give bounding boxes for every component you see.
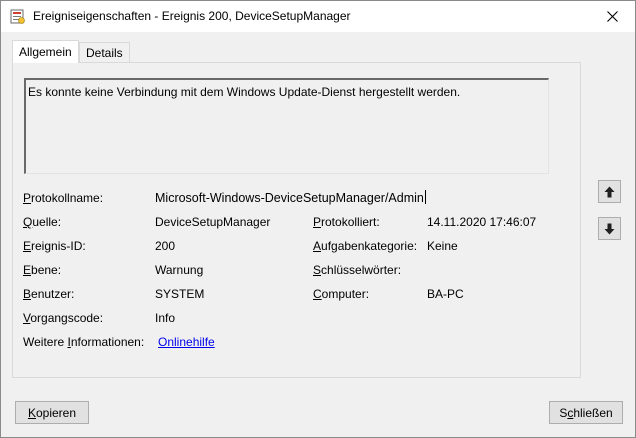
ereignis-id-label: Ereignis-ID: (23, 239, 86, 253)
tab-allgemein-label: Allgemein (19, 45, 72, 59)
arrow-up-icon (604, 186, 615, 197)
close-icon (606, 11, 618, 22)
computer-label: Computer: (313, 287, 370, 301)
protokollname-value[interactable]: Microsoft-Windows-DeviceSetupManager/Adm… (155, 190, 426, 205)
copy-button[interactable]: Kopieren (15, 401, 89, 424)
benutzer-label: Benutzer: (23, 287, 75, 301)
schluesselwoerter-label: Schlüsselwörter: (313, 263, 402, 277)
weitere-informationen-label: Weitere Informationen: (23, 335, 145, 349)
close-dialog-button-label: Schließen (559, 405, 613, 420)
benutzer-value[interactable]: SYSTEM (155, 287, 204, 301)
previous-event-button[interactable] (598, 180, 621, 203)
protokolliert-value[interactable]: 14.11.2020 17:46:07 (427, 215, 536, 229)
text-caret (424, 190, 426, 204)
close-dialog-button[interactable]: Schließen (549, 401, 623, 424)
vorgangscode-label: Vorgangscode: (23, 311, 104, 325)
close-button[interactable] (589, 1, 635, 32)
window-title: Ereigniseigenschaften - Ereignis 200, De… (33, 9, 351, 23)
quelle-label: Quelle: (23, 215, 62, 229)
aufgabenkategorie-label: Aufgabenkategorie: (313, 239, 418, 253)
aufgabenkategorie-value[interactable]: Keine (427, 239, 458, 253)
event-description-textbox[interactable]: Es konnte keine Verbindung mit dem Windo… (24, 78, 549, 174)
tab-details-label: Details (86, 46, 123, 60)
vorgangscode-value[interactable]: Info (155, 311, 175, 325)
protokollname-label: Protokollname: (23, 191, 104, 205)
event-viewer-icon (10, 9, 25, 24)
ebene-label: Ebene: (23, 263, 62, 277)
event-description-text: Es konnte keine Verbindung mit dem Windo… (28, 85, 461, 99)
ereignis-id-value[interactable]: 200 (155, 239, 175, 253)
tab-allgemein[interactable]: Allgemein (12, 40, 79, 63)
tab-details[interactable]: Details (79, 42, 130, 63)
ebene-value[interactable]: Warnung (155, 263, 203, 277)
protokolliert-label: Protokolliert: (313, 215, 380, 229)
onlinehilfe-link[interactable]: Onlinehilfe (158, 335, 215, 349)
next-event-button[interactable] (598, 217, 621, 240)
copy-button-label: Kopieren (27, 405, 77, 420)
arrow-down-icon (604, 223, 615, 234)
title-bar: Ereigniseigenschaften - Ereignis 200, De… (1, 1, 635, 32)
quelle-value[interactable]: DeviceSetupManager (155, 215, 270, 229)
event-properties-window: Ereigniseigenschaften - Ereignis 200, De… (0, 0, 636, 438)
computer-value[interactable]: BA-PC (427, 287, 464, 301)
